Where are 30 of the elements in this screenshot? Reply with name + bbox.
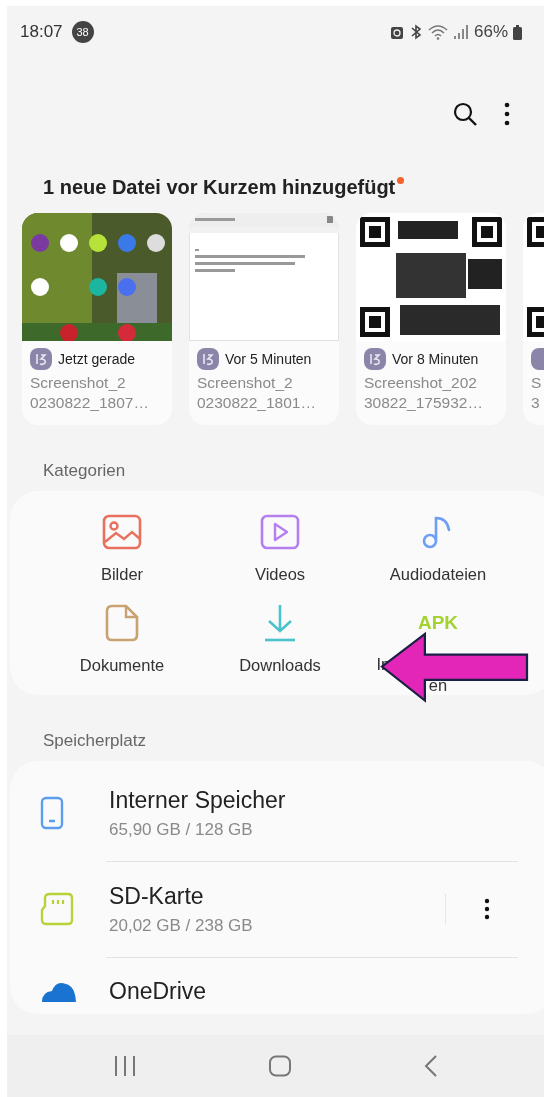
file-time: Vor 5 Minuten bbox=[225, 351, 312, 367]
apk-label: APK bbox=[417, 612, 459, 634]
file-time: Vor 8 Minuten bbox=[392, 351, 479, 367]
file-name: Screenshot_2 0230822_1807… bbox=[30, 373, 150, 413]
storage-name: SD-Karte bbox=[109, 882, 205, 910]
category-item[interactable]: Videos bbox=[201, 509, 359, 584]
storage-item[interactable]: Interner Speicher 65,90 GB / 128 GB bbox=[10, 765, 544, 861]
category-item[interactable]: Bilder bbox=[43, 509, 201, 584]
section-heading: Speicherplatz bbox=[42, 730, 147, 752]
storage-name: Interner Speicher bbox=[109, 786, 287, 814]
file-name: Screenshot_2 0230822_1801… bbox=[197, 373, 317, 413]
storage-item[interactable]: OneDrive bbox=[10, 957, 544, 1014]
clock: 18:07 bbox=[20, 22, 63, 42]
recent-file-card[interactable]: Jetzt gerade Screenshot_2 0230822_1807… bbox=[22, 213, 172, 425]
file-name: Screenshot_202 30822_175932… bbox=[364, 373, 484, 413]
file-name: S 3 bbox=[531, 373, 543, 413]
category-item[interactable]: Audiodateien bbox=[359, 509, 517, 584]
recent-files-heading: 1 neue Datei vor Kurzem hinzugefügt bbox=[43, 176, 396, 199]
notification-count: 38 bbox=[71, 21, 94, 43]
file-time: Jetzt gerade bbox=[58, 351, 136, 367]
category-item[interactable]: APK en bbox=[359, 600, 517, 696]
storage-usage: 65,90 GB / 128 GB bbox=[109, 819, 254, 840]
section-heading: Kategorien bbox=[42, 460, 127, 482]
storage-name: OneDrive bbox=[109, 977, 208, 1005]
storage-usage: 20,02 GB / 238 GB bbox=[109, 915, 254, 936]
battery-percentage: 66% bbox=[473, 22, 508, 42]
category-item[interactable]: Downloads bbox=[201, 600, 359, 696]
storage-item[interactable]: SD-Karte 20,02 GB / 238 GB bbox=[10, 861, 544, 958]
category-item[interactable]: Dokumente bbox=[43, 600, 201, 696]
recent-file-card[interactable]: Vor 5 Minuten Screenshot_2 0230822_1801… bbox=[189, 213, 339, 425]
